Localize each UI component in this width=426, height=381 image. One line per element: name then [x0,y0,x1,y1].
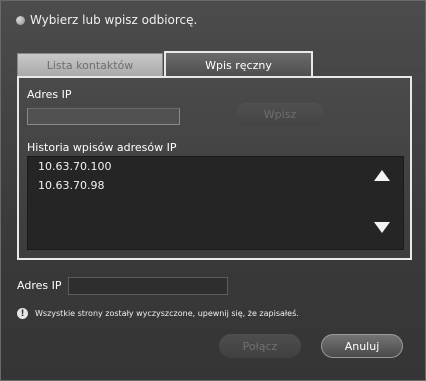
bullet-icon [16,15,25,25]
prompt: Wybierz lub wpisz odbiorcę. [16,13,197,27]
scroll-up-icon[interactable] [374,170,390,181]
warning-message: ! Wszystkie strony zostały wyczyszczone,… [17,308,299,319]
prompt-text: Wybierz lub wpisz odbiorcę. [30,13,198,27]
list-item[interactable]: 10.63.70.100 [38,160,111,173]
exclamation-circle-icon: ! [17,308,28,319]
cancel-button[interactable]: Anuluj [321,334,403,358]
destination-ip-label: Adres IP [17,279,62,292]
manual-entry-panel: Adres IP Wpisz Historia wpisów adresów I… [17,76,412,260]
connect-button[interactable]: Połącz [219,334,301,358]
ip-history-list: 10.63.70.100 10.63.70.98 [27,156,404,250]
list-item[interactable]: 10.63.70.98 [38,179,104,192]
history-label: Historia wpisów adresów IP [27,141,177,154]
scroll-down-icon[interactable] [374,222,390,233]
ip-address-label: Adres IP [27,88,72,101]
ip-address-input[interactable] [27,108,180,125]
tab-contact-list[interactable]: Lista kontaktów [17,53,163,77]
warning-text: Wszystkie strony zostały wyczyszczone, u… [35,309,299,318]
enter-button[interactable]: Wpisz [236,103,324,126]
tab-manual-entry[interactable]: Wpis ręczny [164,51,313,77]
select-recipient-dialog: Wybierz lub wpisz odbiorcę. Lista kontak… [0,0,426,381]
destination-ip-field[interactable] [68,277,228,295]
